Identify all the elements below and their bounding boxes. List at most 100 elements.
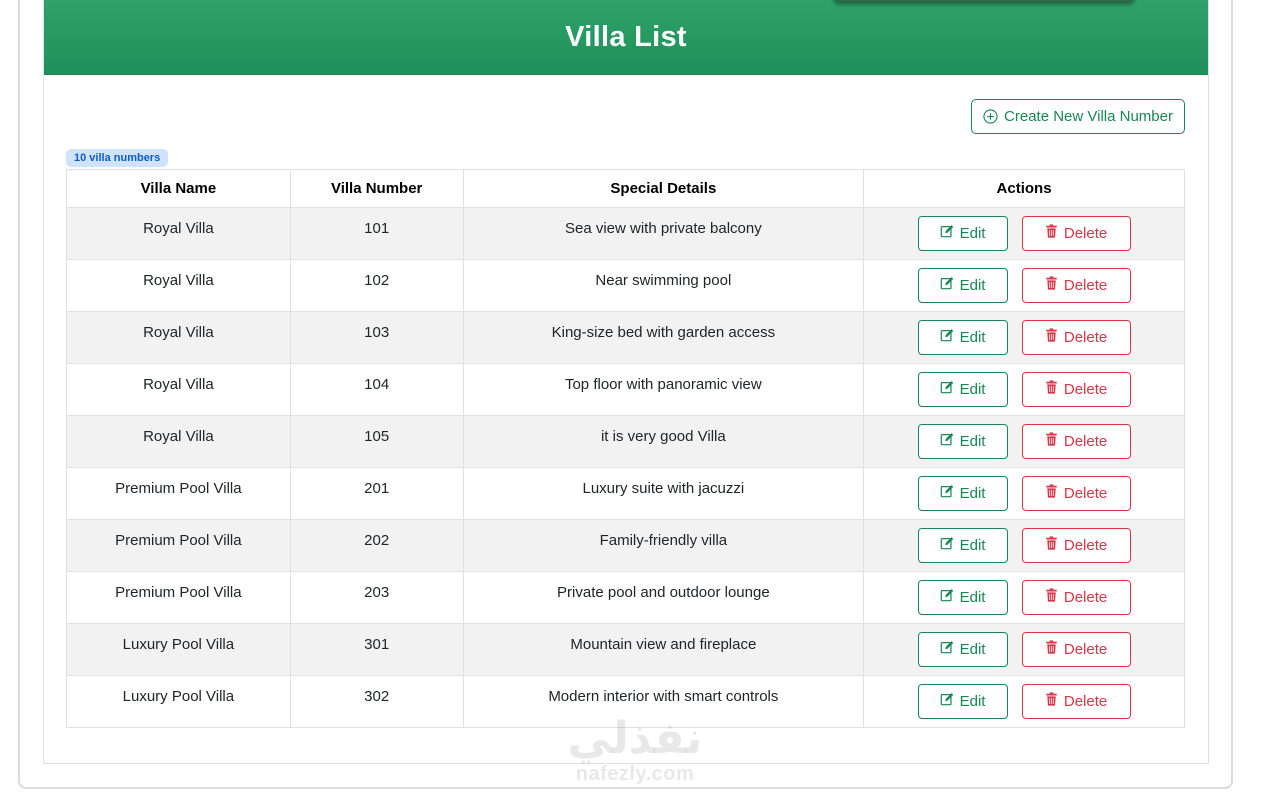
edit-button-label: Edit (959, 640, 986, 658)
trash-icon (1045, 224, 1058, 242)
cell-villa-name: Royal Villa (66, 311, 291, 364)
cell-actions: Edit Delete (863, 675, 1185, 728)
table-row: Royal Villa 102 Near swimming pool Edit Dele… (66, 259, 1185, 312)
cell-villa-number: 101 (289, 207, 464, 260)
edit-button[interactable]: Edit (917, 631, 1008, 667)
delete-button[interactable]: Delete (1021, 215, 1131, 251)
cell-villa-name: Royal Villa (66, 259, 291, 312)
cell-special-details: Mountain view and fireplace (462, 623, 865, 676)
trash-icon (1045, 276, 1058, 294)
edit-button-label: Edit (959, 588, 986, 606)
cell-special-details: Family-friendly villa (462, 519, 865, 572)
create-villa-number-button[interactable]: Create New Villa Number (971, 99, 1185, 134)
column-header-villa-number: Villa Number (289, 169, 464, 208)
cell-villa-number: 104 (289, 363, 464, 416)
pencil-square-icon (940, 536, 954, 554)
edit-button-label: Edit (959, 536, 986, 554)
edit-button[interactable]: Edit (917, 527, 1008, 563)
trash-icon (1045, 328, 1058, 346)
edit-button-label: Edit (959, 484, 986, 502)
villa-list-card: Villa List Create New Villa Number 10 vi… (43, 0, 1209, 764)
cell-special-details: Private pool and outdoor lounge (462, 571, 865, 624)
cell-actions: Edit Delete (863, 571, 1185, 624)
delete-button[interactable]: Delete (1021, 683, 1131, 719)
delete-button-label: Delete (1063, 484, 1108, 502)
table-row: Luxury Pool Villa 302 Modern interior with… (66, 675, 1185, 728)
delete-button[interactable]: Delete (1021, 423, 1131, 459)
cell-villa-name: Premium Pool Villa (66, 519, 291, 572)
edit-button[interactable]: Edit (917, 475, 1008, 511)
page-title: Villa List (565, 21, 687, 53)
table-body: Royal Villa 101 Sea view with private balc… (66, 207, 1185, 728)
edit-button[interactable]: Edit (917, 267, 1008, 303)
table-row: Premium Pool Villa 201 Luxury suite with j… (66, 467, 1185, 520)
cell-villa-name: Royal Villa (66, 415, 291, 468)
table-row: Royal Villa 105 it is very good Villa Edit D… (66, 415, 1185, 468)
cell-villa-number: 301 (289, 623, 464, 676)
cell-villa-name: Premium Pool Villa (66, 571, 291, 624)
delete-button[interactable]: Delete (1021, 631, 1131, 667)
trash-icon (1045, 588, 1058, 606)
cell-special-details: Sea view with private balcony (462, 207, 865, 260)
cell-villa-name: Luxury Pool Villa (66, 623, 291, 676)
edit-button[interactable]: Edit (917, 371, 1008, 407)
cell-actions: Edit Delete (863, 519, 1185, 572)
trash-icon (1045, 640, 1058, 658)
delete-button-label: Delete (1063, 640, 1108, 658)
delete-button-label: Delete (1063, 692, 1108, 710)
cell-actions: Edit Delete (863, 207, 1185, 260)
cell-special-details: it is very good Villa (462, 415, 865, 468)
pencil-square-icon (940, 588, 954, 606)
cell-actions: Edit Delete (863, 467, 1185, 520)
table-row: Premium Pool Villa 203 Private pool and ou… (66, 571, 1185, 624)
plus-circle-icon (983, 109, 998, 124)
table-header-row: Villa Name Villa Number Special Details … (66, 169, 1185, 208)
edit-button-label: Edit (959, 328, 986, 346)
row-actions: Edit Delete (865, 267, 1183, 303)
pencil-square-icon (940, 380, 954, 398)
delete-button[interactable]: Delete (1021, 319, 1131, 355)
delete-button-label: Delete (1063, 536, 1108, 554)
delete-button[interactable]: Delete (1021, 579, 1131, 615)
delete-button-label: Delete (1063, 432, 1108, 450)
cell-villa-number: 203 (289, 571, 464, 624)
delete-button[interactable]: Delete (1021, 267, 1131, 303)
cell-actions: Edit Delete (863, 311, 1185, 364)
row-actions: Edit Delete (865, 527, 1183, 563)
pencil-square-icon (940, 640, 954, 658)
cell-villa-name: Premium Pool Villa (66, 467, 291, 520)
trash-icon (1045, 484, 1058, 502)
row-actions: Edit Delete (865, 423, 1183, 459)
trash-icon (1045, 536, 1058, 554)
cell-villa-number: 102 (289, 259, 464, 312)
pencil-square-icon (940, 276, 954, 294)
row-actions: Edit Delete (865, 631, 1183, 667)
row-actions: Edit Delete (865, 319, 1183, 355)
delete-button-label: Delete (1063, 224, 1108, 242)
cell-actions: Edit Delete (863, 259, 1185, 312)
delete-button-label: Delete (1063, 588, 1108, 606)
edit-button[interactable]: Edit (917, 683, 1008, 719)
cell-special-details: Near swimming pool (462, 259, 865, 312)
cell-villa-name: Luxury Pool Villa (66, 675, 291, 728)
edit-button[interactable]: Edit (917, 579, 1008, 615)
trash-icon (1045, 432, 1058, 450)
column-header-villa-name: Villa Name (66, 169, 291, 208)
delete-button-label: Delete (1063, 380, 1108, 398)
table-row: Royal Villa 101 Sea view with private balc… (66, 207, 1185, 260)
cell-villa-name: Royal Villa (66, 363, 291, 416)
delete-button[interactable]: Delete (1021, 475, 1131, 511)
delete-button[interactable]: Delete (1021, 527, 1131, 563)
trash-icon (1045, 380, 1058, 398)
delete-button[interactable]: Delete (1021, 371, 1131, 407)
pencil-square-icon (940, 692, 954, 710)
edit-button[interactable]: Edit (917, 215, 1008, 251)
edit-button[interactable]: Edit (917, 423, 1008, 459)
table-row: Royal Villa 104 Top floor with panoramic v… (66, 363, 1185, 416)
row-actions: Edit Delete (865, 371, 1183, 407)
delete-button-label: Delete (1063, 328, 1108, 346)
card-header: Villa List (44, 0, 1208, 75)
row-actions: Edit Delete (865, 683, 1183, 719)
edit-button[interactable]: Edit (917, 319, 1008, 355)
cell-villa-number: 105 (289, 415, 464, 468)
